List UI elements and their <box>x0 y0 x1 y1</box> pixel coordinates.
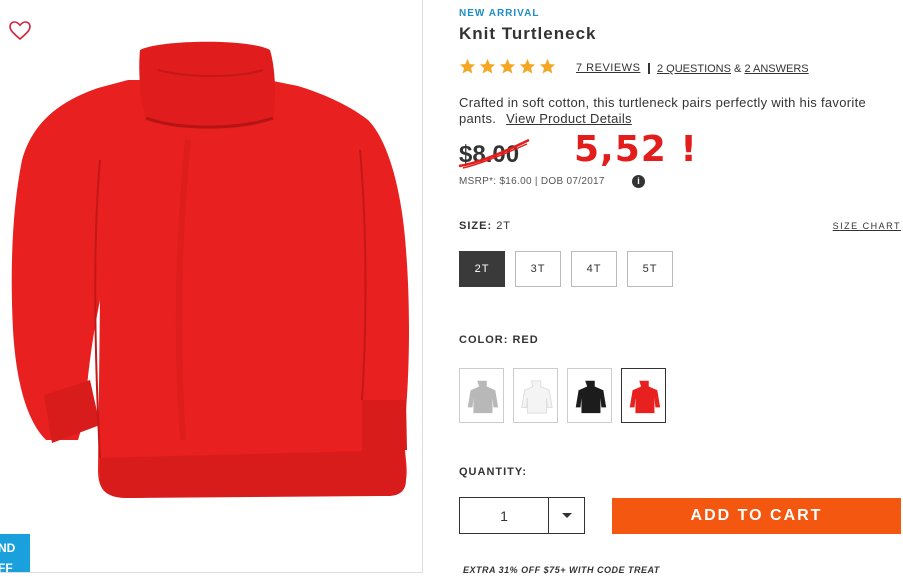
promo-tab-line-1: ND <box>0 541 16 555</box>
color-label-text: COLOR: <box>459 334 509 346</box>
handwritten-new-price: 5,52 ! <box>574 129 698 170</box>
promo-code-text: EXTRA 31% OFF $75+ WITH CODE TREAT <box>463 565 660 575</box>
size-options: 2T 3T 4T 5T <box>459 251 673 287</box>
size-label-text: SIZE: <box>459 220 493 232</box>
new-arrival-badge: NEW ARRIVAL <box>459 8 540 19</box>
product-title: Knit Turtleneck <box>459 24 597 43</box>
qa-ampersand: & <box>734 63 742 75</box>
add-to-cart-button[interactable]: ADD TO CART <box>612 498 901 534</box>
color-label: COLOR: RED <box>459 334 539 346</box>
size-option-4t[interactable]: 4T <box>571 251 617 287</box>
promo-side-tab[interactable]: ND FF <box>0 534 30 573</box>
quantity-value: 1 <box>460 498 549 533</box>
swatch-gray[interactable] <box>459 368 504 423</box>
answers-link[interactable]: 2 ANSWERS <box>744 63 808 75</box>
size-option-2t[interactable]: 2T <box>459 251 505 287</box>
size-option-3t[interactable]: 3T <box>515 251 561 287</box>
divider <box>648 63 650 74</box>
color-selected-value: RED <box>512 334 539 346</box>
rating-stars[interactable] <box>459 58 556 78</box>
size-selected-value: 2T <box>496 220 512 232</box>
white-shirt-thumbnail <box>520 379 553 414</box>
thumbnail-shape <box>629 380 660 413</box>
product-image <box>11 41 409 498</box>
thumbnail-shape <box>467 380 498 413</box>
star-icon <box>459 58 476 74</box>
swatch-red[interactable] <box>621 368 666 423</box>
size-chart-link[interactable]: SIZE CHART <box>833 221 901 231</box>
info-icon[interactable]: i <box>632 175 645 188</box>
gray-shirt-thumbnail <box>467 380 498 413</box>
quantity-label: QUANTITY: <box>459 466 528 478</box>
swatch-black[interactable] <box>567 368 612 423</box>
product-description: Crafted in soft cotton, this turtleneck … <box>459 95 879 127</box>
star-icon <box>539 58 556 74</box>
size-option-5t[interactable]: 5T <box>627 251 673 287</box>
heart-icon[interactable] <box>9 21 31 41</box>
product-image-panel: ND FF <box>0 0 423 573</box>
reviews-link[interactable]: 7 REVIEWS <box>576 62 640 74</box>
view-details-link[interactable]: View Product Details <box>506 111 632 126</box>
star-icon <box>479 58 496 74</box>
star-icon <box>519 58 536 74</box>
swatch-white[interactable] <box>513 368 558 423</box>
star-icon <box>499 58 516 74</box>
size-label: SIZE: 2T <box>459 220 511 232</box>
color-swatches <box>459 368 666 423</box>
quantity-select[interactable]: 1 <box>459 497 585 534</box>
thumbnail-shape <box>520 379 553 414</box>
red-shirt-thumbnail <box>629 380 660 413</box>
questions-link[interactable]: 2 QUESTIONS <box>657 63 731 75</box>
questions-answers: 2 QUESTIONS & 2 ANSWERS <box>657 63 809 75</box>
msrp-text: MSRP*: $16.00 | DOB 07/2017 <box>459 176 605 187</box>
promo-tab-line-2: FF <box>0 561 13 573</box>
thumbnail-shape <box>575 380 606 413</box>
chevron-down-icon[interactable] <box>549 498 584 533</box>
strikethrough-mark <box>458 138 530 169</box>
black-shirt-thumbnail <box>575 380 606 413</box>
